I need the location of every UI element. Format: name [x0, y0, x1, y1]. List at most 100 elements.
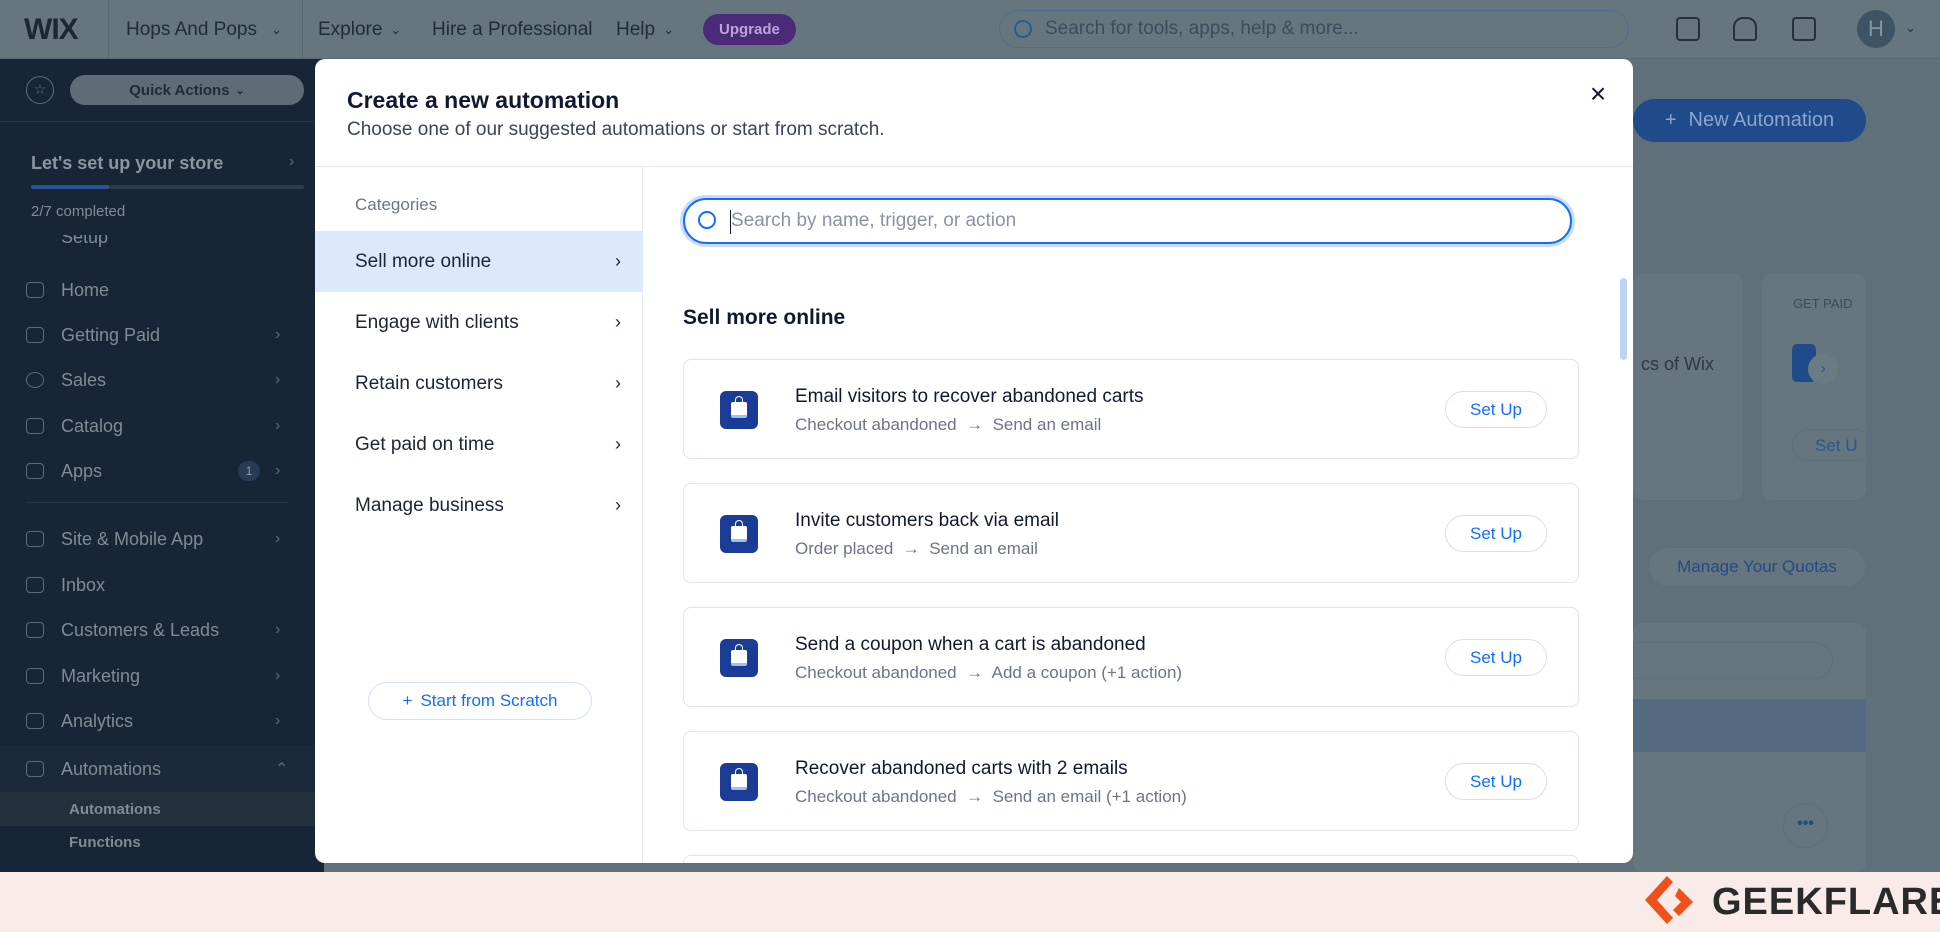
chevron-down-icon: ⌄: [235, 84, 245, 97]
quick-actions-label: Quick Actions: [129, 81, 230, 99]
sidebar-item-inbox[interactable]: Inbox: [0, 565, 315, 605]
label: Functions: [69, 833, 141, 851]
chevron-right-icon: ›: [615, 434, 621, 454]
close-icon[interactable]: ×: [1583, 78, 1613, 109]
sidebar-item-catalog[interactable]: Catalog ›: [0, 406, 315, 446]
category-retain-customers[interactable]: Retain customers ›: [315, 353, 643, 414]
card-label: GET PAID: [1793, 296, 1853, 311]
new-automation-button[interactable]: + New Automation: [1633, 99, 1866, 142]
get-paid-card: GET PAID › Set U: [1762, 274, 1872, 500]
chevron-down-icon: ⌄: [390, 21, 402, 37]
category-sell-more-online[interactable]: Sell more online ›: [315, 231, 643, 292]
start-from-scratch-button[interactable]: + Start from Scratch: [368, 682, 592, 720]
megaphone-icon: [26, 668, 44, 684]
sidebar-item-marketing[interactable]: Marketing ›: [0, 656, 315, 696]
sidebar-item-home[interactable]: Home: [0, 270, 315, 310]
search-icon: [1014, 20, 1032, 38]
manage-quotas-button[interactable]: Manage Your Quotas: [1649, 548, 1865, 586]
chevron-right-icon: ›: [275, 371, 281, 388]
sidebar-item-sales[interactable]: Sales ›: [0, 360, 315, 400]
sidebar-subitem-automations[interactable]: Automations: [0, 792, 315, 826]
arrow-right-icon: →: [961, 663, 988, 682]
table-search-input[interactable]: [1633, 642, 1833, 679]
automation-search-input[interactable]: Search by name, trigger, or action: [683, 198, 1572, 244]
more-options-button[interactable]: •••: [1783, 803, 1828, 848]
global-search-input[interactable]: Search for tools, apps, help & more...: [999, 10, 1629, 48]
set-up-button[interactable]: Set Up: [1445, 639, 1547, 676]
category-get-paid-on-time[interactable]: Get paid on time ›: [315, 414, 643, 475]
chevron-right-icon: ›: [615, 251, 621, 271]
apps-icon: [26, 463, 44, 479]
site-name: Hops And Pops: [126, 18, 257, 40]
sidebar-item-site-mobile-app[interactable]: Site & Mobile App ›: [0, 519, 315, 559]
bell-icon[interactable]: [1733, 17, 1757, 41]
category-manage-business[interactable]: Manage business ›: [315, 475, 643, 536]
chat-icon[interactable]: [1676, 17, 1700, 41]
categories-label: Categories: [355, 195, 438, 214]
sidebar-item-automations[interactable]: Automations ⌃: [0, 745, 315, 793]
set-up-button[interactable]: Set Up: [1445, 391, 1547, 428]
arrow-right-icon: →: [961, 787, 988, 806]
sidebar-item-analytics[interactable]: Analytics ›: [0, 701, 315, 741]
automation-card[interactable]: Invite customers back via email Order pla…: [683, 483, 1579, 583]
chevron-down-icon[interactable]: ⌄: [1905, 20, 1916, 36]
wix-logo[interactable]: WIX: [24, 0, 79, 59]
avatar[interactable]: H: [1857, 10, 1895, 48]
progress-text: 2/7 completed: [31, 203, 126, 220]
trigger: Checkout abandoned: [795, 663, 957, 682]
sidebar-item-customers-leads[interactable]: Customers & Leads ›: [0, 610, 315, 650]
chevron-right-icon: ›: [615, 312, 621, 332]
explore-menu[interactable]: Explore ⌄: [318, 0, 401, 59]
shopping-bag-icon: [720, 515, 758, 553]
inbox-icon: [26, 577, 44, 593]
setup-button-partial[interactable]: Set U: [1792, 429, 1872, 461]
category-engage-with-clients[interactable]: Engage with clients ›: [315, 292, 643, 353]
label: Getting Paid: [61, 324, 161, 345]
label: Catalog: [61, 415, 124, 436]
carousel-next-button[interactable]: ›: [1808, 354, 1838, 384]
automation-card[interactable]: Recover abandoned carts with 2 emails Che…: [683, 731, 1579, 831]
chevron-right-icon: ›: [289, 153, 295, 170]
site-selector[interactable]: Hops And Pops ⌄: [126, 0, 282, 59]
set-up-button[interactable]: Set Up: [1445, 515, 1547, 552]
help-label: Help: [616, 18, 656, 40]
hire-professional-link[interactable]: Hire a Professional: [432, 0, 593, 59]
action: Send an email: [929, 539, 1038, 558]
sidebar-item-setup[interactable]: Setup: [0, 235, 315, 255]
chevron-down-icon: ⌄: [270, 21, 282, 37]
card-flow: Checkout abandoned → Add a coupon (+1 ac…: [795, 663, 1182, 683]
automation-card[interactable]: Send a coupon when a cart is abandoned Ch…: [683, 607, 1579, 707]
label: Setup: [61, 235, 109, 247]
star-icon[interactable]: ☆: [26, 76, 54, 104]
set-up-button[interactable]: Set Up: [1445, 763, 1547, 800]
arrow-right-icon: →: [961, 415, 988, 434]
geekflare-logo-icon: [1645, 876, 1693, 924]
explore-label: Explore: [318, 18, 383, 40]
setup-progress-bar: [31, 185, 304, 189]
chevron-right-icon: ›: [275, 667, 281, 684]
sidebar-item-getting-paid[interactable]: Getting Paid ›: [0, 315, 315, 355]
news-icon[interactable]: [1792, 17, 1816, 41]
scrollbar[interactable]: [1620, 278, 1627, 360]
trigger: Order placed: [795, 539, 894, 558]
label: New Automation: [1688, 109, 1835, 131]
help-menu[interactable]: Help ⌄: [616, 0, 674, 59]
label: Home: [61, 279, 110, 300]
text-cursor: [730, 210, 731, 234]
trigger: Checkout abandoned: [795, 415, 957, 434]
setup-title[interactable]: Let's set up your store: [31, 153, 223, 174]
people-icon: [26, 622, 44, 638]
divider: [26, 502, 288, 503]
label: Site & Mobile App: [61, 528, 204, 549]
upgrade-button[interactable]: Upgrade: [703, 14, 796, 45]
label: Apps: [61, 460, 103, 481]
automation-card[interactable]: [683, 855, 1579, 863]
watermark-text: GEEKFLARE: [1712, 881, 1940, 923]
sidebar-subitem-functions[interactable]: Functions: [0, 826, 315, 858]
automation-card[interactable]: Email visitors to recover abandoned cart…: [683, 359, 1579, 459]
quick-actions-button[interactable]: Quick Actions ⌄: [70, 75, 304, 105]
sidebar-item-apps[interactable]: Apps 1 ›: [0, 451, 315, 491]
label: Analytics: [61, 710, 134, 731]
label: Engage with clients: [355, 311, 519, 333]
label: Customers & Leads: [61, 619, 220, 640]
